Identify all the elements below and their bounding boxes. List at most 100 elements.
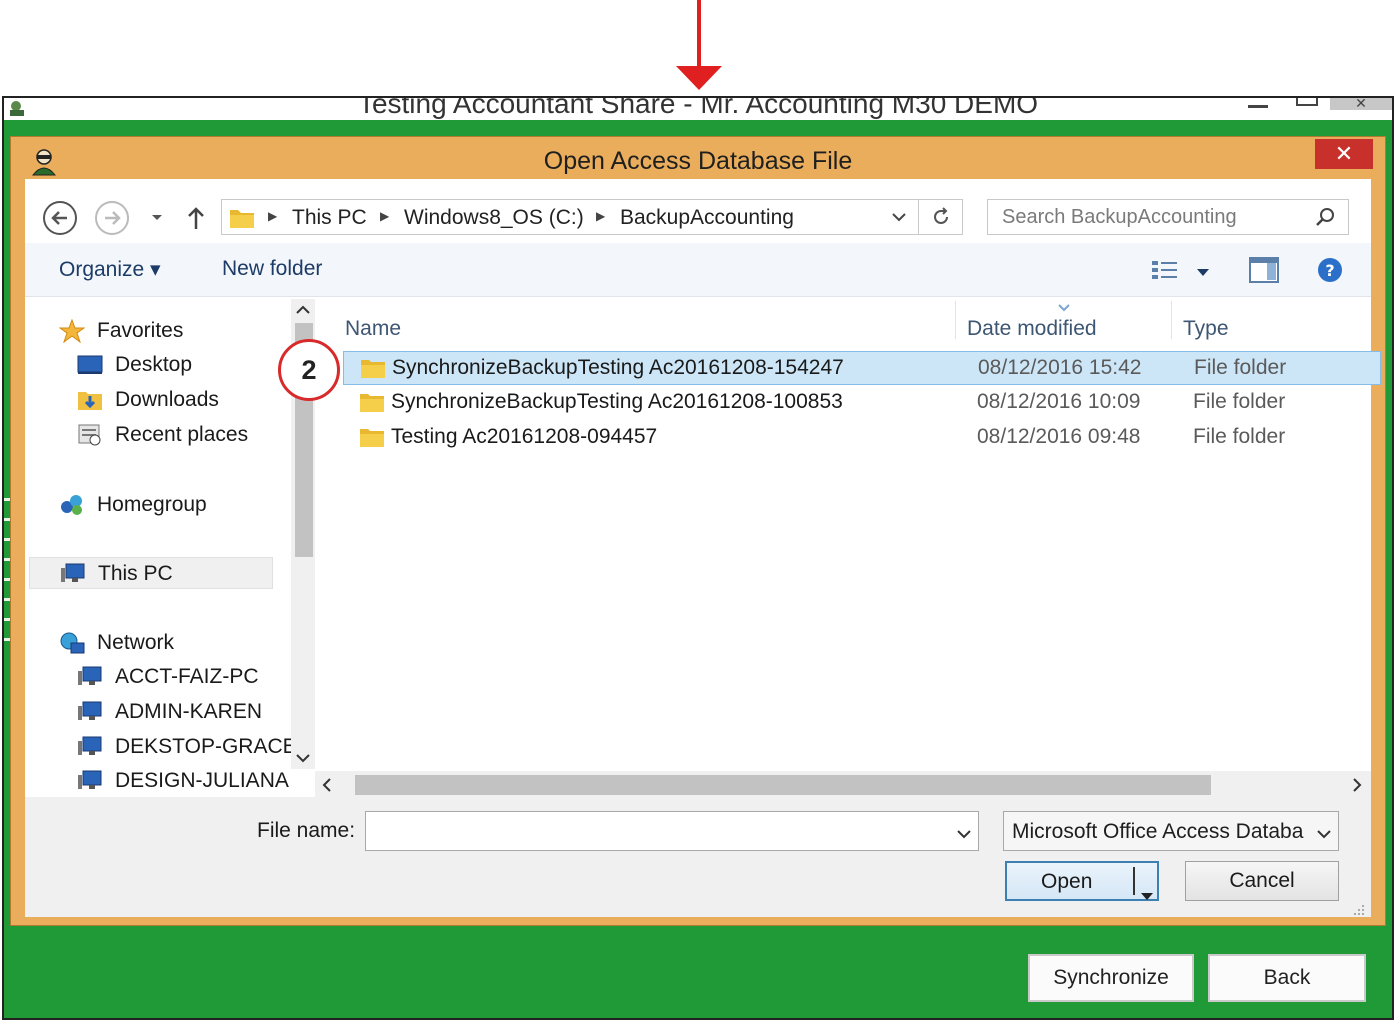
file-date: 08/12/2016 10:09 [977,390,1141,413]
column-header-date-modified[interactable]: Date modified [967,317,1097,341]
file-name-input[interactable] [365,811,979,851]
breadcrumb-separator-icon: ▶ [380,209,390,223]
file-name-dropdown-chevron-icon[interactable] [955,827,973,841]
file-name-label: File name: [257,819,356,842]
breadcrumb-this-pc[interactable]: This PC [292,206,367,230]
organize-menu-button[interactable]: Organize ▾ [59,257,161,282]
file-date: 08/12/2016 09:48 [977,425,1141,448]
dialog-body: ▶ This PC ▶ Windows8_OS (C:) ▶ BackupAcc… [25,179,1381,917]
computer-icon [77,735,103,759]
column-divider [1171,301,1172,339]
nav-label: DESIGN-JULIANA [115,769,289,792]
breadcrumb-separator-icon: ▶ [596,209,606,223]
column-header-type[interactable]: Type [1183,317,1229,341]
nav-label: Favorites [97,319,184,342]
annotation-arrow-head [676,66,722,90]
address-dropdown-chevron-icon[interactable] [890,210,908,224]
file-type-chevron-icon[interactable] [1315,827,1333,841]
open-button[interactable]: Open [1005,861,1159,901]
scroll-right-chevron-icon[interactable] [1351,777,1363,793]
up-arrow-button[interactable] [185,203,207,233]
nav-label: This PC [98,562,173,585]
nav-item-favorites[interactable]: Favorites [25,315,287,347]
scroll-down-chevron-icon[interactable] [295,751,311,763]
nav-item-computer[interactable]: ADMIN-KAREN [25,696,287,728]
file-type: File folder [1193,390,1286,413]
maximize-button[interactable] [1296,98,1318,106]
address-divider [918,200,919,234]
help-icon[interactable]: ? [1317,257,1343,283]
nav-item-downloads[interactable]: Downloads [25,384,287,416]
sort-indicator-icon [1057,299,1071,312]
app-titlebar: Testing Accountant Share - Mr. Accountin… [4,98,1392,120]
open-options-chevron-icon[interactable] [1139,877,1155,900]
nav-item-computer[interactable]: ACCT-FAIZ-PC [25,661,287,693]
nav-item-recent-places[interactable]: Recent places [25,419,287,451]
file-type: File folder [1193,425,1286,448]
cancel-button[interactable]: Cancel [1185,861,1339,901]
search-icon[interactable] [1314,206,1336,228]
file-row[interactable]: SynchronizeBackupTesting Ac20161208-1542… [343,351,1381,385]
nav-item-computer[interactable]: DEKSTOP-GRACE [25,731,291,763]
synchronize-button[interactable]: Synchronize [1028,954,1194,1002]
file-name: SynchronizeBackupTesting Ac20161208-1008… [391,390,843,413]
nav-item-this-pc[interactable]: This PC [29,557,273,589]
folder-icon [228,204,256,230]
search-input[interactable] [988,200,1288,234]
scroll-left-chevron-icon[interactable] [321,777,333,793]
breadcrumb-backupaccounting[interactable]: BackupAccounting [620,206,794,230]
computer-icon [77,769,103,793]
address-bar[interactable]: ▶ This PC ▶ Windows8_OS (C:) ▶ BackupAcc… [221,199,963,235]
homegroup-icon [59,493,85,517]
nav-label: Downloads [115,388,219,411]
file-row[interactable]: SynchronizeBackupTesting Ac20161208-1008… [343,386,1381,420]
recent-locations-chevron-icon[interactable] [149,211,165,223]
scroll-up-chevron-icon[interactable] [295,303,311,315]
breadcrumb-drive[interactable]: Windows8_OS (C:) [404,206,584,230]
nav-item-homegroup[interactable]: Homegroup [25,489,287,521]
file-row[interactable]: Testing Ac20161208-094457 08/12/2016 09:… [343,421,1381,455]
file-list: Name Date modified Type SynchronizeBacku… [315,299,1381,771]
back-arrow-button[interactable] [43,201,77,235]
file-type-select-value: Microsoft Office Access Databa [1012,820,1304,843]
view-options-icon[interactable] [1151,259,1179,281]
file-list-h-scrollbar-thumb[interactable] [355,775,1211,795]
folder-icon [359,390,385,414]
resize-grip-icon[interactable] [1351,903,1365,915]
view-dropdown-chevron-icon[interactable] [1195,265,1211,276]
refresh-icon[interactable] [930,206,952,228]
breadcrumb-separator-icon: ▶ [268,209,278,223]
nav-label: Recent places [115,423,249,446]
nav-label: Desktop [115,353,193,376]
annotation-step-badge: 2 [278,339,340,401]
app-close-button[interactable]: ✕ [1330,98,1392,110]
recent-places-icon [77,423,103,447]
command-toolbar: Organize ▾ New folder ? [25,243,1371,297]
new-folder-button[interactable]: New folder [222,257,322,281]
computer-icon [60,562,86,586]
open-file-dialog: Open Access Database File ✕ ▶ This PC ▶ … [10,136,1386,926]
dialog-footer: File name: Microsoft Office Access Datab… [25,797,1371,917]
back-button[interactable]: Back [1208,954,1366,1002]
search-box[interactable] [987,199,1349,235]
nav-label: DEKSTOP-GRACE [115,735,291,758]
minimize-button[interactable] [1248,98,1268,108]
preview-pane-icon[interactable] [1249,257,1279,283]
nav-item-desktop[interactable]: Desktop [25,349,287,381]
nav-label: ACCT-FAIZ-PC [115,665,259,688]
app-icon [8,100,30,116]
dialog-close-button[interactable]: ✕ [1315,139,1373,169]
app-title: Testing Accountant Share - Mr. Accountin… [357,98,1039,119]
file-name: SynchronizeBackupTesting Ac20161208-1542… [392,356,844,379]
nav-item-computer[interactable]: DESIGN-JULIANA [25,765,289,797]
nav-item-network[interactable]: Network [25,627,287,659]
file-type-select[interactable]: Microsoft Office Access Databa [1003,811,1339,851]
folder-icon [359,425,385,449]
column-header-name[interactable]: Name [345,317,401,341]
nav-label: Network [97,631,175,654]
split-divider [1133,867,1135,895]
open-button-label: Open [1041,870,1093,893]
svg-text:?: ? [1325,261,1334,280]
file-name: Testing Ac20161208-094457 [391,425,658,448]
forward-arrow-button[interactable] [95,201,129,235]
